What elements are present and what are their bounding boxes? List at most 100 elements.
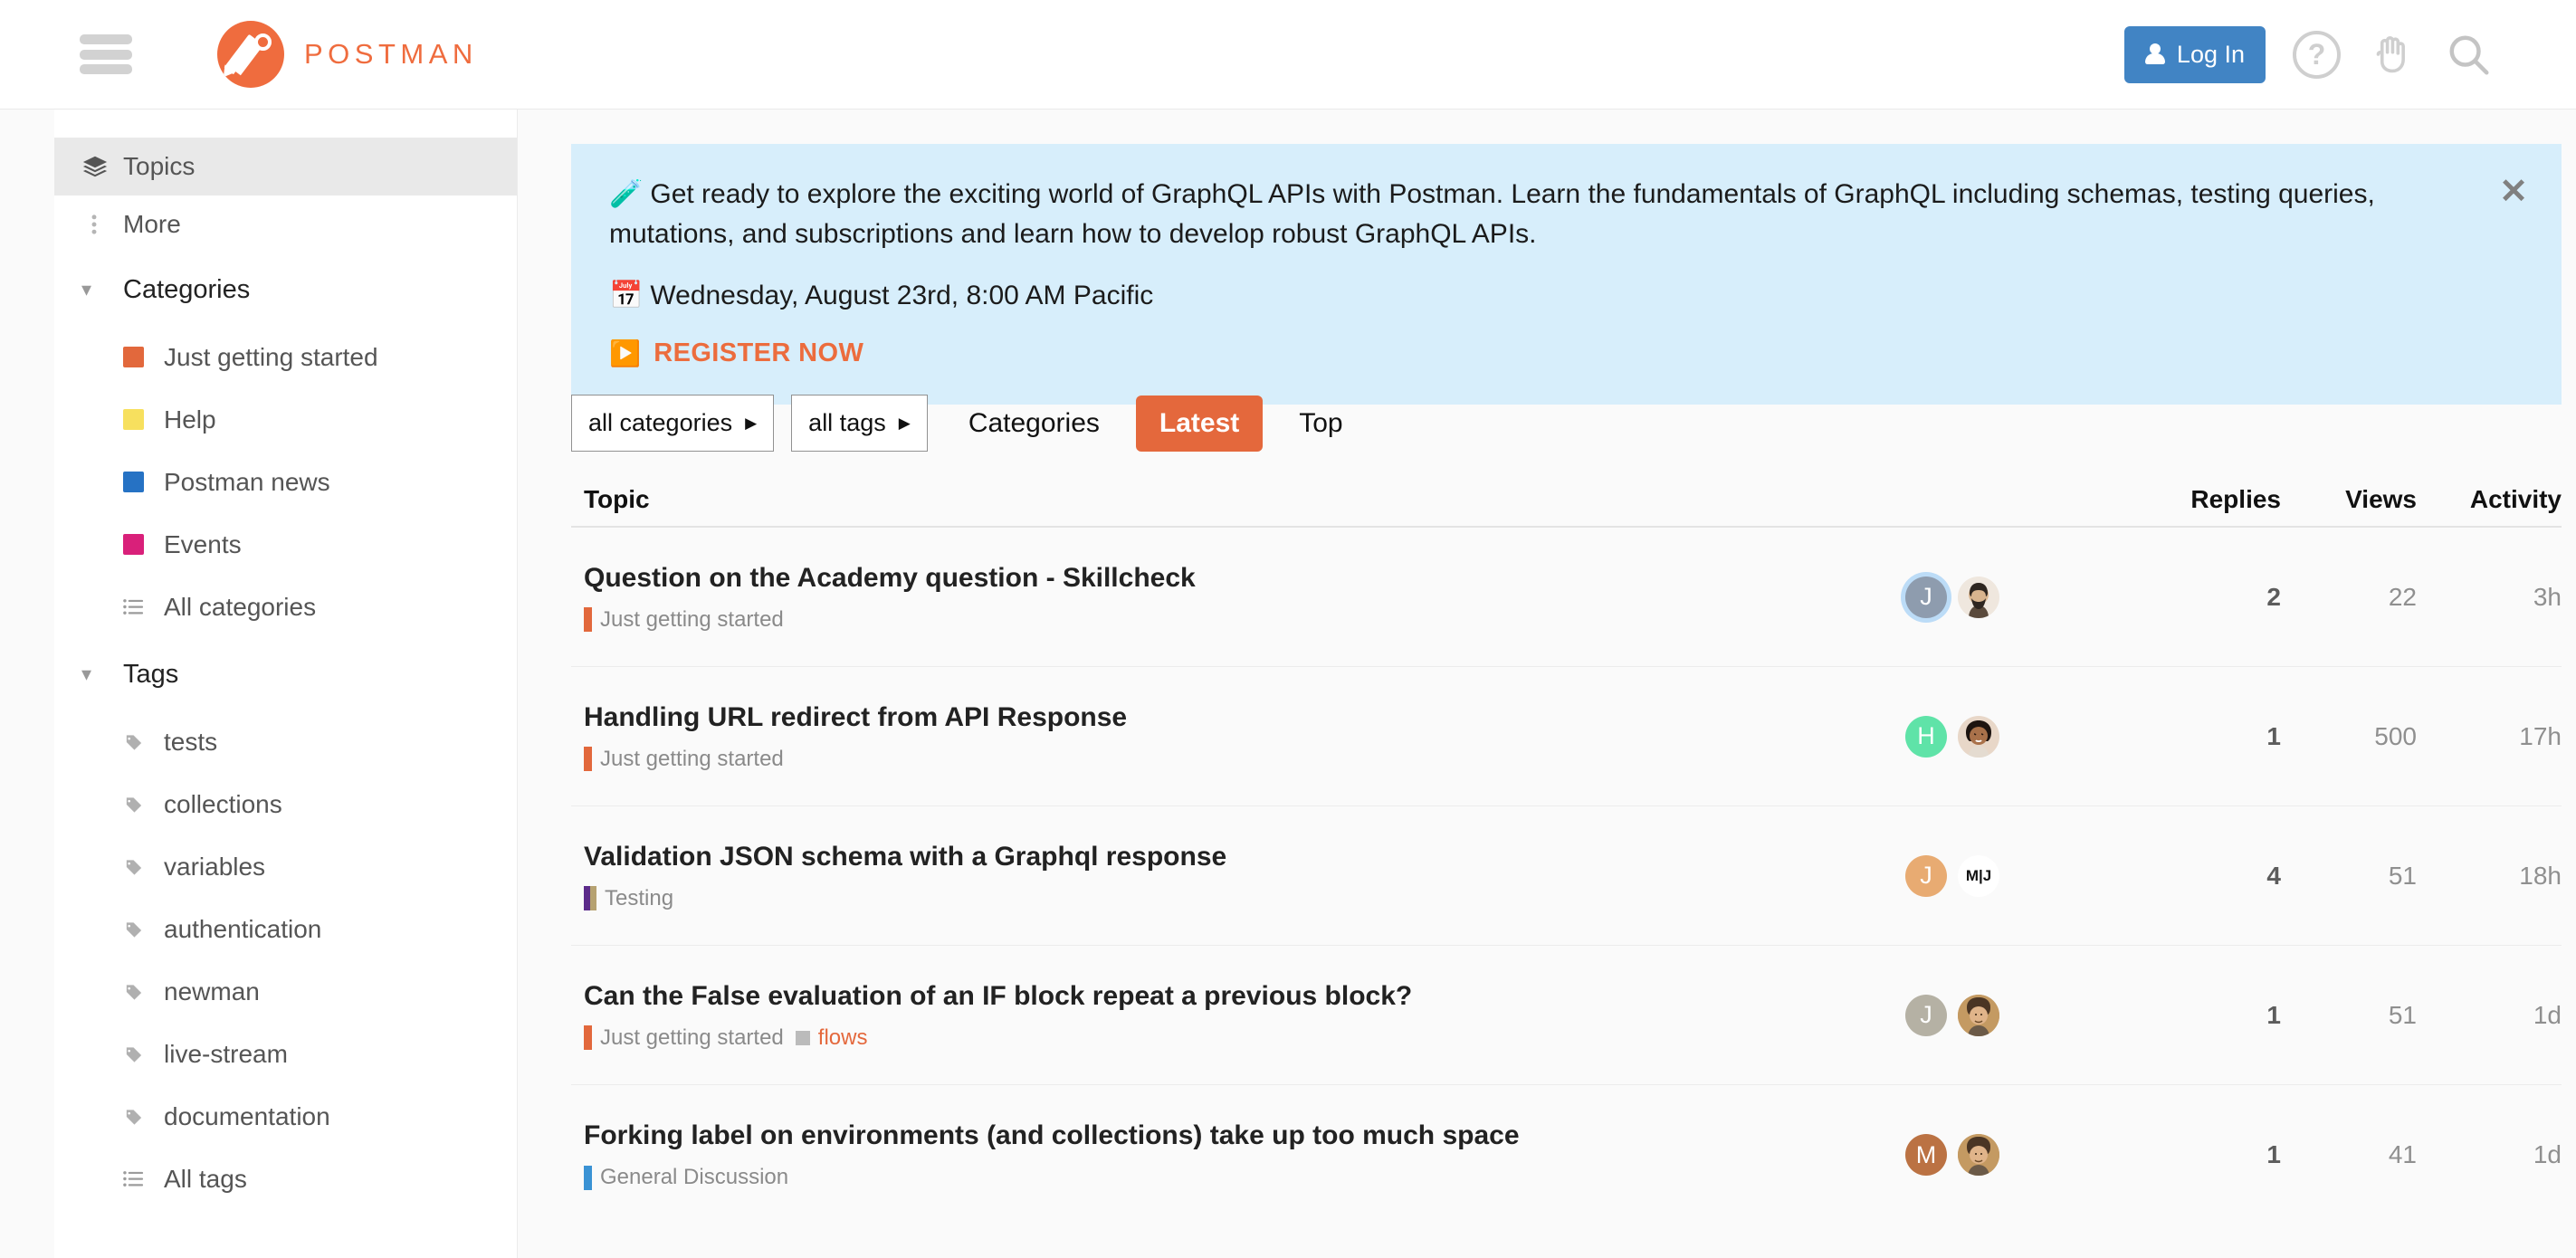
close-icon[interactable]: ✕ bbox=[2499, 175, 2528, 209]
sidebar-tag-newman[interactable]: newman bbox=[54, 960, 517, 1023]
list-icon bbox=[123, 1168, 144, 1189]
avatar-initial: J bbox=[1920, 862, 1932, 889]
column-header-replies[interactable]: Replies bbox=[2150, 485, 2281, 514]
activity-time: 3h bbox=[2533, 582, 2562, 611]
avatar[interactable]: H bbox=[1905, 715, 1947, 758]
sidebar-item-topics[interactable]: Topics bbox=[54, 138, 517, 195]
hamburger-bar bbox=[80, 64, 132, 74]
table-row[interactable]: Validation JSON schema with a Graphql re… bbox=[571, 806, 2562, 946]
sidebar-tag-authentication[interactable]: authentication bbox=[54, 898, 517, 960]
category-color-bar bbox=[584, 1025, 592, 1050]
sidebar-category-postman-news[interactable]: Postman news bbox=[54, 451, 517, 513]
test-tube-icon: 🧪 bbox=[609, 179, 644, 209]
caret-right-icon: ▶ bbox=[898, 414, 911, 432]
reply-count: 4 bbox=[2266, 861, 2281, 890]
category-filter-dropdown[interactable]: all categories ▶ bbox=[571, 395, 775, 452]
list-icon bbox=[123, 596, 144, 617]
register-now-link[interactable]: ▶️ REGISTER NOW bbox=[609, 338, 2524, 368]
column-header-topic[interactable]: Topic bbox=[571, 485, 1905, 514]
topic-tag[interactable]: flows bbox=[795, 1025, 867, 1051]
question-circle-icon[interactable]: ? bbox=[2293, 30, 2341, 79]
category-label: Just getting started bbox=[600, 1025, 784, 1050]
categories-heading: Categories bbox=[123, 274, 251, 304]
calendar-icon: 📅 bbox=[609, 281, 644, 310]
tag-icon bbox=[123, 1043, 144, 1066]
table-row[interactable]: Question on the Academy question - Skill… bbox=[571, 528, 2562, 667]
tag-label: variables bbox=[164, 852, 266, 881]
tag-icon bbox=[123, 980, 144, 1004]
avatar[interactable] bbox=[1958, 994, 1999, 1036]
sidebar-all-tags[interactable]: All tags bbox=[54, 1148, 517, 1210]
category-label: Just getting started bbox=[600, 606, 784, 632]
tab-top[interactable]: Top bbox=[1275, 396, 1366, 452]
activity-time: 1d bbox=[2533, 1140, 2562, 1168]
all-categories-label: All categories bbox=[164, 592, 317, 621]
sidebar: Topics More ▾ Categories Just getting st… bbox=[54, 110, 518, 1258]
topic-title[interactable]: Question on the Academy question - Skill… bbox=[584, 562, 1905, 595]
table-row[interactable]: Handling URL redirect from API Response … bbox=[571, 667, 2562, 806]
category-label: Testing bbox=[605, 885, 674, 910]
login-button[interactable]: Log In bbox=[2123, 25, 2266, 83]
avatar[interactable] bbox=[1958, 1134, 1999, 1176]
sidebar-tag-tests[interactable]: tests bbox=[54, 710, 517, 773]
category-label: Just getting started bbox=[600, 746, 784, 771]
tag-icon bbox=[123, 918, 144, 941]
column-header-views[interactable]: Views bbox=[2281, 485, 2417, 514]
tag-label: live-stream bbox=[164, 1039, 288, 1068]
avatar[interactable]: M|J bbox=[1958, 854, 1999, 897]
sidebar-tag-variables[interactable]: variables bbox=[54, 835, 517, 898]
topic-category[interactable]: General Discussion bbox=[584, 1165, 788, 1190]
activity-time: 1d bbox=[2533, 1000, 2562, 1029]
topic-title[interactable]: Validation JSON schema with a Graphql re… bbox=[584, 841, 1905, 873]
tab-categories[interactable]: Categories bbox=[945, 396, 1123, 452]
brand-logo[interactable]: POSTMAN bbox=[217, 21, 478, 88]
login-label: Log In bbox=[2176, 40, 2245, 68]
topic-title[interactable]: Can the False evaluation of an IF block … bbox=[584, 980, 1905, 1013]
table-row[interactable]: Can the False evaluation of an IF block … bbox=[571, 946, 2562, 1085]
banner-body-text: Get ready to explore the exciting world … bbox=[609, 179, 2375, 249]
caret-right-icon: ▶ bbox=[745, 414, 758, 432]
table-row[interactable]: Forking label on environments (and colle… bbox=[571, 1085, 2562, 1225]
topic-category[interactable]: Testing bbox=[584, 886, 673, 911]
tags-heading: Tags bbox=[123, 659, 179, 689]
column-header-activity[interactable]: Activity bbox=[2417, 485, 2562, 514]
poster-avatars: H bbox=[1905, 715, 2150, 758]
sidebar-item-more[interactable]: More bbox=[54, 195, 517, 253]
sidebar-category-just-getting-started[interactable]: Just getting started bbox=[54, 326, 517, 388]
topic-title[interactable]: Forking label on environments (and colle… bbox=[584, 1120, 1905, 1152]
topic-list: Topic Replies Views Activity Question on… bbox=[571, 470, 2562, 1225]
categories-section-header[interactable]: ▾ Categories bbox=[54, 253, 517, 326]
sidebar-category-events[interactable]: Events bbox=[54, 513, 517, 576]
hamburger-menu-icon[interactable] bbox=[80, 34, 132, 74]
tag-filter-dropdown[interactable]: all tags ▶ bbox=[791, 395, 928, 452]
topic-category[interactable]: Just getting started bbox=[584, 1025, 784, 1051]
topic-title[interactable]: Handling URL redirect from API Response bbox=[584, 701, 1905, 734]
sidebar-tag-live-stream[interactable]: live-stream bbox=[54, 1023, 517, 1085]
avatar[interactable] bbox=[1958, 576, 1999, 618]
search-icon[interactable] bbox=[2444, 30, 2493, 79]
avatar[interactable]: J bbox=[1905, 994, 1947, 1036]
announcement-banner: ✕ 🧪 Get ready to explore the exciting wor… bbox=[571, 144, 2562, 405]
tag-label: newman bbox=[164, 977, 260, 1005]
topic-category[interactable]: Just getting started bbox=[584, 747, 784, 772]
tags-section-header[interactable]: ▾ Tags bbox=[54, 638, 517, 710]
tag-label: tests bbox=[164, 727, 218, 756]
tab-latest[interactable]: Latest bbox=[1135, 395, 1264, 452]
hamburger-bar bbox=[80, 49, 132, 60]
avatar[interactable]: M bbox=[1905, 1134, 1947, 1176]
tag-square-icon bbox=[795, 1030, 810, 1045]
hand-icon[interactable] bbox=[2368, 30, 2417, 79]
topic-category[interactable]: Just getting started bbox=[584, 607, 784, 633]
sidebar-all-categories[interactable]: All categories bbox=[54, 576, 517, 638]
sidebar-tag-documentation[interactable]: documentation bbox=[54, 1085, 517, 1148]
dots-vertical-icon bbox=[81, 212, 123, 237]
category-label: Just getting started bbox=[164, 342, 378, 371]
sidebar-tag-collections[interactable]: collections bbox=[54, 773, 517, 835]
avatar[interactable] bbox=[1958, 715, 1999, 758]
sidebar-category-help[interactable]: Help bbox=[54, 388, 517, 451]
avatar[interactable]: J bbox=[1905, 576, 1947, 618]
category-label: Help bbox=[164, 405, 216, 434]
avatar[interactable]: J bbox=[1905, 854, 1947, 897]
category-color-swatch bbox=[123, 472, 144, 492]
category-label: Postman news bbox=[164, 467, 330, 496]
